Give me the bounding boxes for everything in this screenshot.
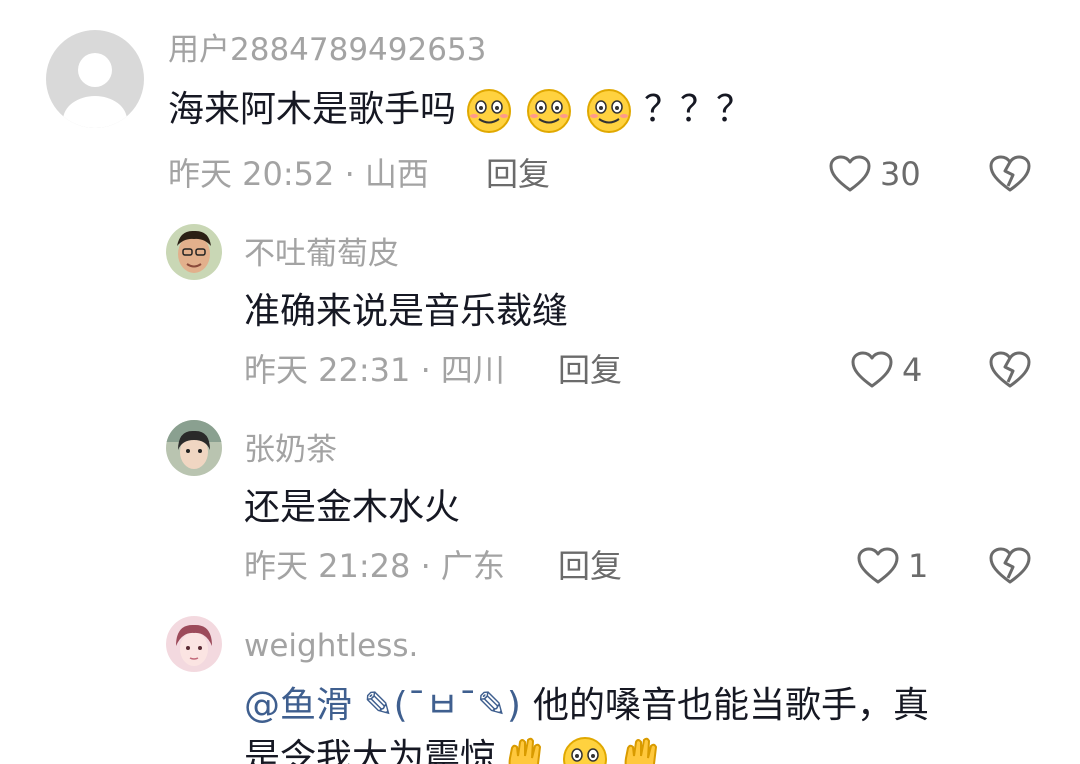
comment-meta: 昨天 20:52 · 山西	[168, 155, 429, 193]
smile-emoji-icon	[462, 86, 516, 134]
dislike-button[interactable]	[988, 154, 1032, 194]
ok-hand-emoji-icon	[618, 734, 668, 764]
heart-outline-icon	[850, 350, 902, 390]
like-count: 1	[908, 547, 929, 585]
broken-heart-icon	[988, 154, 1032, 194]
broken-heart-icon	[988, 546, 1032, 586]
comment-body-line2: 是令我大为震惊	[244, 737, 497, 764]
comment-list: 用户2884789492653 海来阿木是歌手吗 ？？？ 昨天 20:52 · …	[0, 0, 1080, 764]
comment-suffix: ？？？	[644, 89, 753, 130]
heart-outline-icon	[828, 154, 880, 194]
comment-text-line2: 是令我大为震惊	[244, 734, 668, 764]
like-button[interactable]: 30	[828, 152, 921, 196]
comment-text: @鱼滑 ✎(¯ㅂ¯✎) 他的嗓音也能当歌手，真	[244, 682, 929, 730]
like-button[interactable]: 1	[856, 544, 928, 588]
avatar[interactable]	[166, 420, 222, 476]
ok-hand-emoji-icon	[502, 734, 552, 764]
comment-text: 准确来说是音乐裁缝	[244, 288, 568, 336]
smile-emoji-icon	[522, 86, 576, 134]
username[interactable]: 不吐葡萄皮	[244, 234, 399, 274]
like-count: 30	[880, 155, 921, 193]
comment-body: 还是金木水火	[244, 487, 461, 528]
broken-heart-icon	[988, 350, 1032, 390]
avatar[interactable]	[166, 224, 222, 280]
username[interactable]: weightless.	[244, 626, 418, 666]
comment-body: 他的嗓音也能当歌手，真	[532, 685, 929, 726]
comment-meta: 昨天 21:28 · 广东	[244, 547, 505, 585]
comment-body: 准确来说是音乐裁缝	[244, 291, 569, 332]
smile-emoji-icon	[558, 734, 612, 764]
avatar[interactable]	[46, 30, 144, 128]
username[interactable]: 用户2884789492653	[168, 30, 486, 70]
avatar[interactable]	[166, 616, 222, 672]
heart-outline-icon	[856, 546, 908, 586]
mention-link[interactable]: @鱼滑 ✎(¯ㅂ¯✎)	[244, 682, 521, 730]
comment-body: 海来阿木是歌手吗	[168, 89, 457, 130]
like-count: 4	[902, 351, 923, 389]
username[interactable]: 张奶茶	[244, 430, 337, 470]
like-button[interactable]: 4	[850, 348, 922, 392]
comment-meta: 昨天 22:31 · 四川	[244, 351, 505, 389]
reply-button[interactable]: 回复	[558, 544, 622, 588]
reply-button[interactable]: 回复	[486, 152, 550, 196]
dislike-button[interactable]	[988, 546, 1032, 586]
reply-button[interactable]: 回复	[558, 348, 622, 392]
comment-text: 还是金木水火	[244, 484, 460, 532]
dislike-button[interactable]	[988, 350, 1032, 390]
smile-emoji-icon	[582, 86, 636, 134]
comment-text: 海来阿木是歌手吗 ？？？	[168, 86, 752, 134]
